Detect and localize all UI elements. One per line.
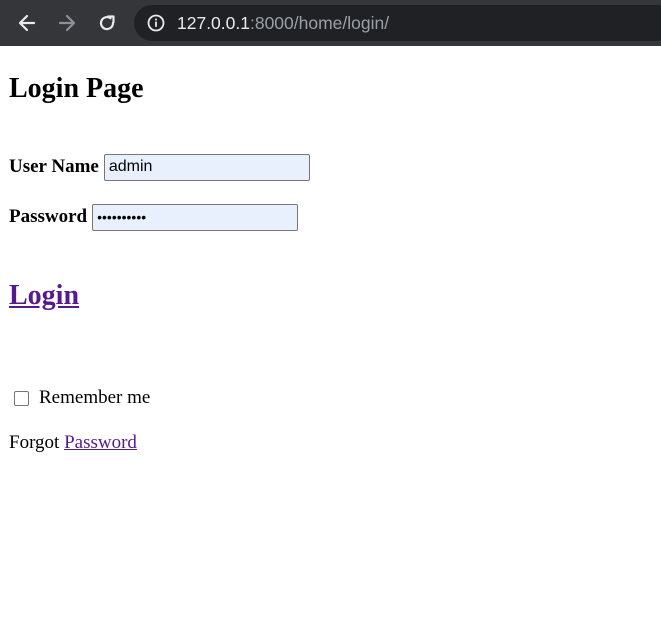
- username-label: User Name: [9, 156, 99, 177]
- page-title: Login Page: [9, 73, 144, 104]
- reload-button[interactable]: [94, 10, 120, 36]
- address-bar[interactable]: 127.0.0.1:8000/home/login/: [134, 5, 661, 41]
- remember-me-row: Remember me: [14, 385, 150, 411]
- reload-icon: [99, 15, 115, 31]
- password-row: Password: [9, 203, 299, 231]
- url-text[interactable]: 127.0.0.1:8000/home/login/: [177, 5, 389, 41]
- login-link[interactable]: Login: [9, 280, 79, 312]
- forgot-text: Forgot: [9, 432, 65, 453]
- url-host: 127.0.0.1: [177, 13, 250, 33]
- arrow-left-icon: [18, 14, 36, 32]
- arrow-right-icon: [58, 14, 76, 32]
- forward-button[interactable]: [54, 10, 80, 36]
- remember-me-checkbox[interactable]: [14, 390, 29, 406]
- password-label: Password: [9, 206, 88, 227]
- url-path: :8000/home/login/: [249, 13, 390, 33]
- forgot-password-row: Forgot Password: [9, 431, 137, 455]
- forgot-password-link[interactable]: Password: [64, 432, 137, 453]
- username-input[interactable]: [103, 153, 310, 181]
- back-button[interactable]: [14, 10, 40, 36]
- page-content: Login Page User Name Password Login Reme…: [9, 46, 661, 631]
- remember-me-label: Remember me: [39, 387, 151, 408]
- username-row: User Name: [9, 153, 310, 181]
- browser-toolbar: 127.0.0.1:8000/home/login/: [0, 0, 661, 46]
- info-icon[interactable]: [147, 14, 165, 32]
- password-input[interactable]: [92, 203, 299, 231]
